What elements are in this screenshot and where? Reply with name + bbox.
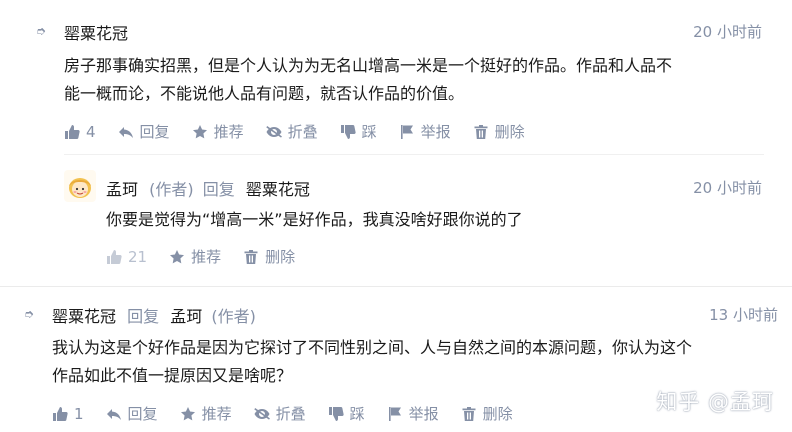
reply-label: 回复 (202, 180, 235, 199)
author-name[interactable]: 罂粟花冠 (52, 307, 116, 326)
recommend-button[interactable]: 推荐 (169, 246, 221, 267)
reply-icon (118, 126, 133, 138)
flag-icon (388, 406, 401, 421)
comment-author[interactable]: 罂粟花冠 (64, 20, 128, 44)
thumbs-down-icon (340, 124, 356, 139)
thumbs-up-icon (53, 406, 68, 421)
trash-icon (462, 406, 476, 421)
dislike-button[interactable]: 踩 (340, 121, 377, 142)
author-tag: (作者) (211, 307, 256, 326)
like-button[interactable]: 21 (106, 246, 147, 267)
star-icon (180, 406, 195, 420)
comment-divider (0, 286, 792, 287)
comment-text-line: 房子那事确实招黑，但是个人认为为无名山增高一米是一个挺好的作品。作品和人品不 (64, 56, 673, 75)
comment-time: 20 小时前 (693, 23, 762, 41)
reply-target-name[interactable]: 孟珂 (170, 307, 202, 326)
comment-actions: 1 回复 推荐 折叠 踩 举报 删除 (52, 403, 535, 424)
author-name[interactable]: 孟珂 (106, 180, 138, 199)
collapse-button[interactable]: 折叠 (253, 403, 306, 424)
thumbs-down-icon (328, 406, 344, 421)
reply-text: 你要是觉得为“增高一米”是好作品，我真没啥好跟你说的了 (106, 210, 523, 229)
comment-marker-icon: ➮ (24, 307, 35, 321)
author-tag: (作者) (149, 180, 194, 199)
recommend-button[interactable]: 推荐 (192, 121, 244, 142)
recommend-button[interactable]: 推荐 (180, 403, 232, 424)
dislike-button[interactable]: 踩 (328, 403, 365, 424)
reply-target-name[interactable]: 罂粟花冠 (246, 180, 310, 199)
report-button[interactable]: 举报 (387, 403, 439, 424)
author-name[interactable]: 罂粟花冠 (64, 24, 128, 43)
star-icon (170, 249, 185, 263)
reply-actions: 21 推荐 删除 (106, 246, 317, 267)
reply-label: 回复 (127, 307, 160, 326)
comment-author-line: 罂粟花冠 回复 孟珂 (作者) (52, 303, 256, 327)
reply-author-line: 孟珂 (作者) 回复 罂粟花冠 (106, 176, 310, 200)
reply-icon (106, 408, 121, 420)
delete-button[interactable]: 删除 (243, 246, 295, 267)
comment-text-line: 我认为这是个好作品是因为它探讨了不同性别之间、人与自然之间的本源问题，你认为这个 (52, 338, 693, 357)
hide-eye-icon (253, 407, 270, 420)
flag-icon (400, 124, 413, 139)
comment-text-line: 能一概而论，不能说他人品有问题，就否认作品的价值。 (64, 84, 465, 103)
comment-actions: 4 回复 推荐 折叠 踩 举报 删除 (64, 121, 547, 142)
thumbs-up-icon (107, 249, 122, 264)
comment-text: 房子那事确实招黑，但是个人认为为无名山增高一米是一个挺好的作品。作品和人品不 能… (64, 52, 774, 108)
watermark: 知乎 @孟珂 (656, 390, 774, 414)
hide-eye-icon (265, 125, 282, 138)
star-icon (192, 124, 207, 138)
like-button[interactable]: 4 (64, 121, 96, 142)
comment-text: 我认为这是个好作品是因为它探讨了不同性别之间、人与自然之间的本源问题，你认为这个… (52, 334, 782, 390)
delete-button[interactable]: 删除 (461, 403, 513, 424)
like-count: 4 (86, 122, 96, 141)
trash-icon (244, 249, 258, 264)
thumbs-up-icon (65, 124, 80, 139)
trash-icon (474, 124, 488, 139)
reply-button[interactable]: 回复 (118, 121, 170, 142)
collapse-button[interactable]: 折叠 (265, 121, 318, 142)
comment-time: 13 小时前 (709, 306, 778, 324)
comment-marker-icon: ➮ (36, 24, 47, 38)
reply-time: 20 小时前 (693, 179, 762, 197)
avatar[interactable] (64, 170, 96, 202)
delete-button[interactable]: 删除 (473, 121, 525, 142)
reply-button[interactable]: 回复 (106, 403, 158, 424)
avatar-illustration-icon (64, 170, 96, 202)
reply-divider (64, 154, 764, 155)
like-count: 21 (128, 247, 148, 266)
like-count: 1 (74, 404, 84, 423)
like-button[interactable]: 1 (52, 403, 84, 424)
report-button[interactable]: 举报 (399, 121, 451, 142)
